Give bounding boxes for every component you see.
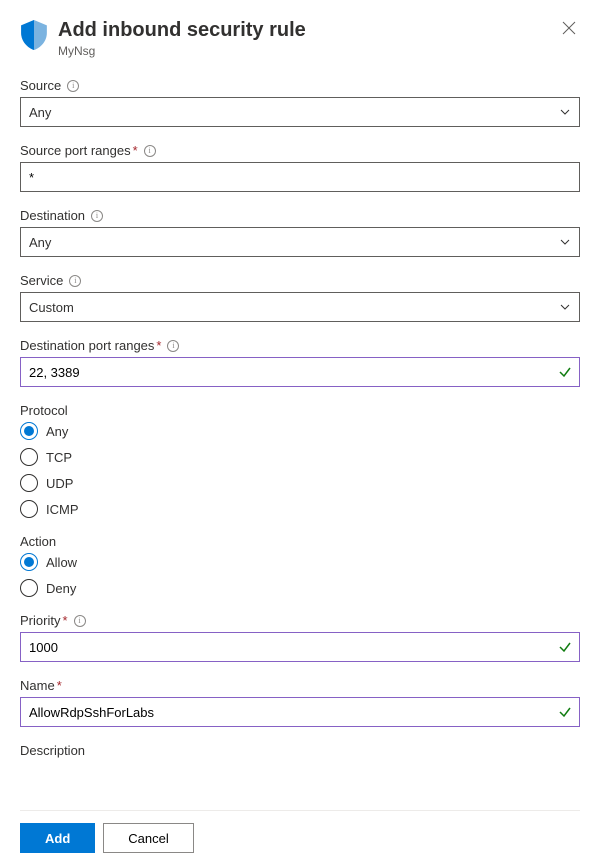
destination-dropdown[interactable]: Any	[20, 227, 580, 257]
destination-dropdown-value: Any	[29, 235, 51, 250]
field-source-port-ranges: Source port ranges * i	[20, 143, 580, 192]
radio-icon	[20, 579, 38, 597]
radio-label: Any	[46, 424, 68, 439]
checkmark-icon	[558, 640, 572, 654]
add-button[interactable]: Add	[20, 823, 95, 853]
source-port-ranges-input[interactable]	[20, 162, 580, 192]
radio-label: Deny	[46, 581, 76, 596]
source-dropdown[interactable]: Any	[20, 97, 580, 127]
info-icon[interactable]: i	[69, 275, 81, 287]
radio-icon	[20, 553, 38, 571]
radio-label: ICMP	[46, 502, 79, 517]
cancel-button[interactable]: Cancel	[103, 823, 193, 853]
required-marker: *	[156, 338, 161, 353]
field-service: Service i Custom	[20, 273, 580, 322]
radio-label: Allow	[46, 555, 77, 570]
destination-port-ranges-input[interactable]	[20, 357, 580, 387]
radio-icon	[20, 422, 38, 440]
info-icon[interactable]: i	[144, 145, 156, 157]
protocol-option-icmp[interactable]: ICMP	[20, 500, 580, 518]
add-inbound-rule-panel: Add inbound security rule MyNsg Source i…	[0, 0, 600, 867]
required-marker: *	[133, 143, 138, 158]
info-icon[interactable]: i	[167, 340, 179, 352]
label-priority: Priority	[20, 613, 60, 628]
close-icon	[562, 21, 576, 35]
label-destination: Destination	[20, 208, 85, 223]
radio-label: UDP	[46, 476, 73, 491]
close-button[interactable]	[558, 18, 580, 40]
required-marker: *	[57, 678, 62, 693]
chevron-down-icon	[559, 301, 571, 313]
panel-subtitle: MyNsg	[58, 44, 558, 58]
source-dropdown-value: Any	[29, 105, 51, 120]
priority-input[interactable]	[20, 632, 580, 662]
chevron-down-icon	[559, 106, 571, 118]
radio-icon	[20, 500, 38, 518]
field-priority: Priority * i	[20, 613, 580, 662]
field-protocol: Protocol Any TCP UDP ICMP	[20, 403, 580, 518]
field-action: Action Allow Deny	[20, 534, 580, 597]
label-service: Service	[20, 273, 63, 288]
action-option-allow[interactable]: Allow	[20, 553, 580, 571]
action-radio-group: Allow Deny	[20, 553, 580, 597]
protocol-option-udp[interactable]: UDP	[20, 474, 580, 492]
name-input[interactable]	[20, 697, 580, 727]
shield-icon	[20, 20, 48, 50]
form-body: Source i Any Source port ranges * i Dest…	[20, 78, 580, 810]
info-icon[interactable]: i	[67, 80, 79, 92]
required-marker: *	[62, 613, 67, 628]
panel-title: Add inbound security rule	[58, 18, 558, 42]
checkmark-icon	[558, 365, 572, 379]
protocol-option-tcp[interactable]: TCP	[20, 448, 580, 466]
chevron-down-icon	[559, 236, 571, 248]
action-option-deny[interactable]: Deny	[20, 579, 580, 597]
field-name: Name *	[20, 678, 580, 727]
panel-footer: Add Cancel	[20, 810, 580, 867]
label-action: Action	[20, 534, 56, 549]
label-description: Description	[20, 743, 580, 758]
label-source-port-ranges: Source port ranges	[20, 143, 131, 158]
protocol-option-any[interactable]: Any	[20, 422, 580, 440]
label-source: Source	[20, 78, 61, 93]
checkmark-icon	[558, 705, 572, 719]
field-source: Source i Any	[20, 78, 580, 127]
protocol-radio-group: Any TCP UDP ICMP	[20, 422, 580, 518]
field-destination-port-ranges: Destination port ranges * i	[20, 338, 580, 387]
field-destination: Destination i Any	[20, 208, 580, 257]
service-dropdown-value: Custom	[29, 300, 74, 315]
label-destination-port-ranges: Destination port ranges	[20, 338, 154, 353]
radio-icon	[20, 474, 38, 492]
radio-icon	[20, 448, 38, 466]
info-icon[interactable]: i	[74, 615, 86, 627]
service-dropdown[interactable]: Custom	[20, 292, 580, 322]
panel-header: Add inbound security rule MyNsg	[20, 18, 580, 58]
radio-label: TCP	[46, 450, 72, 465]
info-icon[interactable]: i	[91, 210, 103, 222]
label-name: Name	[20, 678, 55, 693]
label-protocol: Protocol	[20, 403, 68, 418]
